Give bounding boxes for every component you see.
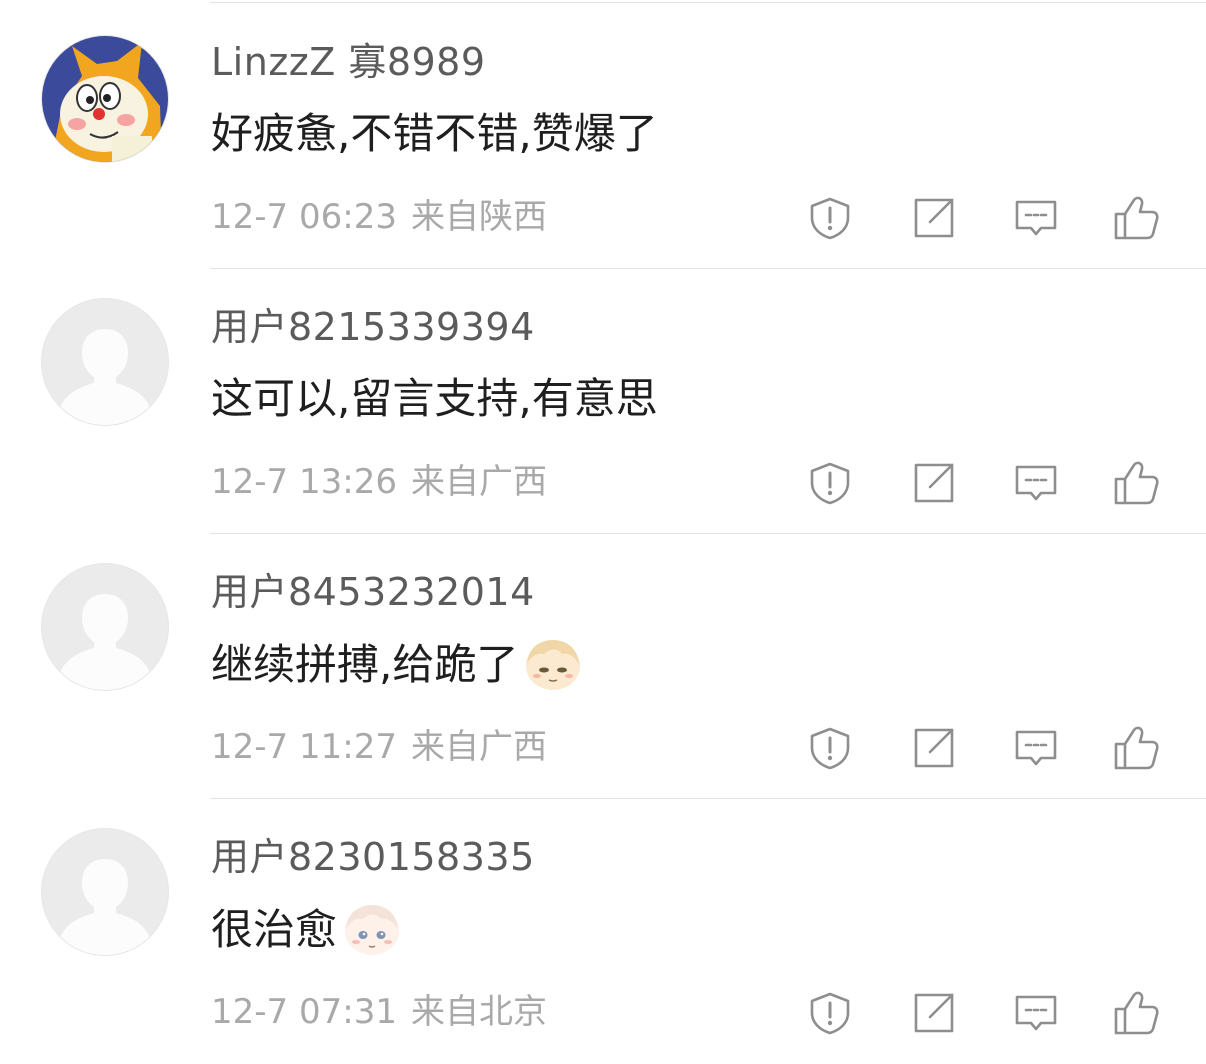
username[interactable]: 用户8230158335	[211, 835, 535, 879]
report-icon	[808, 726, 852, 770]
comment-text: 这可以,留言支持,有意思	[211, 373, 658, 425]
report-button[interactable]	[804, 192, 856, 244]
divider	[210, 2, 1206, 3]
like-icon	[1112, 194, 1160, 242]
like-button[interactable]	[1110, 987, 1162, 1039]
comment-text-body: 这可以,留言支持,有意思	[211, 374, 658, 423]
comment-time: 12-7 13:26	[211, 462, 397, 502]
comment-location: 来自广西	[410, 727, 547, 767]
comment-text-body: 继续拼搏,给跪了	[211, 640, 519, 689]
like-icon	[1112, 989, 1160, 1037]
report-icon	[808, 991, 852, 1035]
comment-item: 用户8230158335 很治愈 12-7 07:31 来自北京	[0, 799, 1206, 1064]
like-icon	[1112, 724, 1160, 772]
anime-face-emoji	[524, 638, 582, 692]
reply-button[interactable]	[1010, 192, 1062, 244]
default-avatar[interactable]	[42, 299, 168, 425]
share-icon	[912, 196, 956, 240]
report-icon	[808, 196, 852, 240]
comment-text: 继续拼搏,给跪了	[211, 638, 582, 692]
comment-meta: 12-7 07:31 来自北京	[211, 992, 547, 1032]
comment-meta: 12-7 11:27 来自广西	[211, 727, 547, 767]
reply-icon	[1014, 196, 1058, 240]
reply-button[interactable]	[1010, 457, 1062, 509]
comment-time: 12-7 11:27	[211, 727, 397, 767]
cartoon-cat-avatar[interactable]	[42, 36, 168, 162]
comment-item: LinzzZ 寡8989 好疲惫,不错不错,赞爆了 12-7 06:23 来自陕西	[0, 4, 1206, 269]
share-icon	[912, 461, 956, 505]
report-button[interactable]	[804, 987, 856, 1039]
share-icon	[912, 991, 956, 1035]
reply-icon	[1014, 726, 1058, 770]
comment-time: 12-7 07:31	[211, 992, 397, 1032]
comment-item: 用户8215339394 这可以,留言支持,有意思 12-7 13:26 来自广西	[0, 269, 1206, 534]
username[interactable]: 用户8453232014	[211, 570, 535, 614]
comment-location: 来自广西	[410, 462, 547, 502]
comment-meta: 12-7 13:26 来自广西	[211, 462, 547, 502]
comment-item: 用户8453232014 继续拼搏,给跪了 12-7 11:27 来自广西	[0, 534, 1206, 799]
comment-text: 好疲惫,不错不错,赞爆了	[211, 108, 658, 160]
share-button[interactable]	[908, 457, 960, 509]
comment-meta: 12-7 06:23 来自陕西	[211, 197, 547, 237]
like-button[interactable]	[1110, 457, 1162, 509]
like-button[interactable]	[1110, 192, 1162, 244]
reply-icon	[1014, 991, 1058, 1035]
comment-list: LinzzZ 寡8989 好疲惫,不错不错,赞爆了 12-7 06:23 来自陕西	[0, 0, 1206, 1063]
reply-button[interactable]	[1010, 722, 1062, 774]
share-button[interactable]	[908, 192, 960, 244]
report-button[interactable]	[804, 457, 856, 509]
reply-icon	[1014, 461, 1058, 505]
username[interactable]: 用户8215339394	[211, 305, 535, 349]
comment-time: 12-7 06:23	[211, 197, 397, 237]
username[interactable]: LinzzZ 寡8989	[211, 40, 486, 84]
anime-face-emoji	[343, 903, 401, 957]
share-icon	[912, 726, 956, 770]
comment-location: 来自陕西	[410, 197, 547, 237]
reply-button[interactable]	[1010, 987, 1062, 1039]
default-avatar[interactable]	[42, 829, 168, 955]
report-button[interactable]	[804, 722, 856, 774]
share-button[interactable]	[908, 722, 960, 774]
like-button[interactable]	[1110, 722, 1162, 774]
report-icon	[808, 461, 852, 505]
comment-location: 来自北京	[410, 992, 547, 1032]
comment-text: 很治愈	[211, 903, 401, 957]
comment-text-body: 很治愈	[211, 905, 338, 954]
like-icon	[1112, 459, 1160, 507]
share-button[interactable]	[908, 987, 960, 1039]
default-avatar[interactable]	[42, 564, 168, 690]
comment-text-body: 好疲惫,不错不错,赞爆了	[211, 109, 658, 158]
